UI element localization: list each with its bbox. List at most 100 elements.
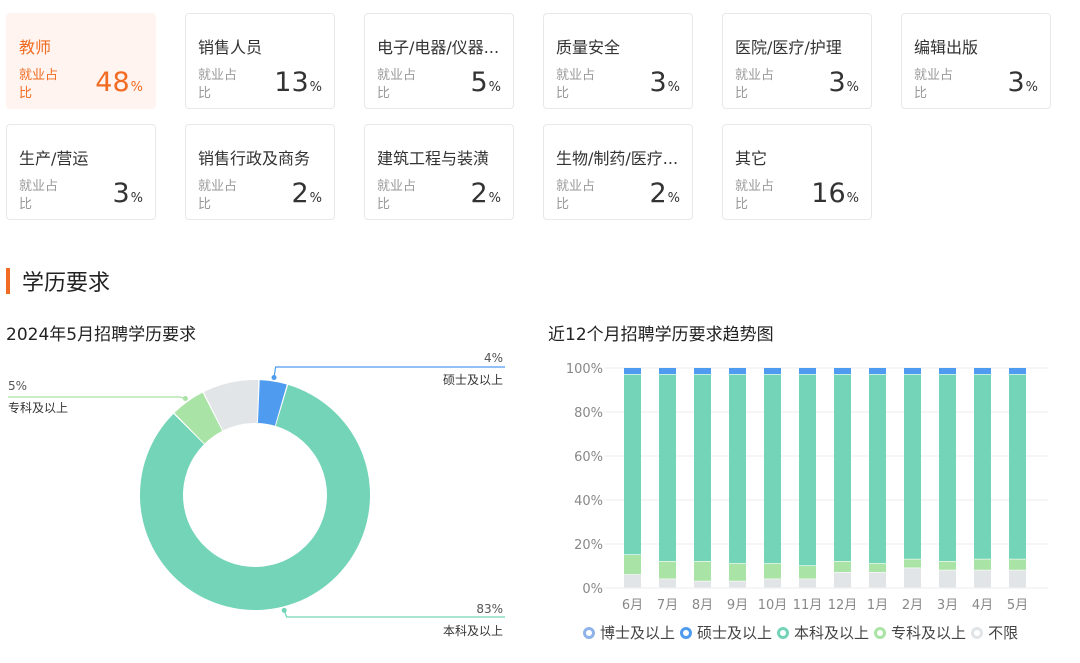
bar-segment[interactable] xyxy=(904,374,921,559)
slice-name-label: 本科及以上 xyxy=(443,624,503,638)
industry-share-value: 3% xyxy=(1007,68,1038,103)
industry-share-label: 就业占比 xyxy=(377,68,417,101)
bar-segment[interactable] xyxy=(1009,368,1026,374)
bar-segment[interactable] xyxy=(834,374,851,561)
share-unit: % xyxy=(309,80,322,95)
bar-segment[interactable] xyxy=(729,374,746,564)
share-number: 5 xyxy=(470,67,488,98)
bar-segment[interactable] xyxy=(904,559,921,568)
y-tick-label: 100% xyxy=(566,362,603,377)
share-unit: % xyxy=(309,191,322,206)
industry-card[interactable]: 质量安全 就业占比 3% xyxy=(543,13,693,109)
industry-share-value: 3% xyxy=(112,179,143,214)
legend-item[interactable]: 本科及以上 xyxy=(777,622,869,643)
industry-share-value: 2% xyxy=(291,179,322,214)
bar-segment[interactable] xyxy=(729,563,746,581)
bar-segment[interactable] xyxy=(694,561,711,581)
slice-value-label: 4% xyxy=(484,351,503,365)
legend-circle-icon xyxy=(777,626,790,639)
industry-share-label: 就业占比 xyxy=(914,68,954,101)
industry-card[interactable]: 销售行政及商务 就业占比 2% xyxy=(185,124,335,220)
section-title: 学历要求 xyxy=(22,271,111,296)
industry-card[interactable]: 电子/电器/仪器... 就业占比 5% xyxy=(364,13,514,109)
bar-segment[interactable] xyxy=(869,563,886,572)
bar-segment[interactable] xyxy=(939,561,956,570)
industry-share-label: 就业占比 xyxy=(198,179,238,212)
legend-circle-icon xyxy=(971,626,984,639)
x-tick-label: 12月 xyxy=(828,598,858,613)
bar-segment[interactable] xyxy=(624,374,641,555)
bar-segment[interactable] xyxy=(869,368,886,374)
bar-segment[interactable] xyxy=(659,561,676,579)
bar-segment[interactable] xyxy=(624,555,641,575)
industry-card[interactable]: 销售人员 就业占比 13% xyxy=(185,13,335,109)
slice-value-label: 83% xyxy=(476,602,503,616)
bar-segment[interactable] xyxy=(694,581,711,588)
bar-segment[interactable] xyxy=(904,368,921,374)
industry-card[interactable]: 生产/营运 就业占比 3% xyxy=(6,124,156,220)
bar-segment[interactable] xyxy=(974,559,991,570)
bar-segment[interactable] xyxy=(1009,570,1026,588)
bar-segment[interactable] xyxy=(834,368,851,374)
legend-item[interactable]: 硕士及以上 xyxy=(680,622,772,643)
bar-segment[interactable] xyxy=(694,368,711,374)
legend-circle-icon xyxy=(583,626,595,639)
x-tick-label: 3月 xyxy=(937,598,958,613)
bar-segment[interactable] xyxy=(694,374,711,561)
bar-segment[interactable] xyxy=(939,570,956,588)
bar-segment[interactable] xyxy=(1009,559,1026,570)
x-tick-label: 11月 xyxy=(793,598,823,613)
bar-segment[interactable] xyxy=(659,374,676,561)
donut-chart-title: 2024年5月招聘学历要求 xyxy=(6,325,197,345)
legend-item[interactable]: 博士及以上 xyxy=(583,622,675,643)
slice-value-label: 5% xyxy=(8,379,27,393)
legend-item[interactable]: 专科及以上 xyxy=(874,622,966,643)
share-unit: % xyxy=(846,191,859,206)
bar-segment[interactable] xyxy=(939,368,956,374)
y-tick-label: 20% xyxy=(574,538,603,553)
industry-card[interactable]: 生物/制药/医疗... 就业占比 2% xyxy=(543,124,693,220)
bar-segment[interactable] xyxy=(764,374,781,564)
bar-segment[interactable] xyxy=(974,374,991,559)
bar-segment[interactable] xyxy=(799,368,816,374)
bar-segment[interactable] xyxy=(659,579,676,588)
bar-segment[interactable] xyxy=(799,566,816,579)
share-unit: % xyxy=(1025,80,1038,95)
share-number: 3 xyxy=(828,67,846,98)
bar-segment[interactable] xyxy=(659,368,676,374)
industry-card[interactable]: 编辑出版 就业占比 3% xyxy=(901,13,1051,109)
industry-card[interactable]: 教师 就业占比 48% xyxy=(6,13,156,109)
industry-share-label: 就业占比 xyxy=(556,68,596,101)
bar-segment[interactable] xyxy=(974,368,991,374)
share-unit: % xyxy=(667,191,680,206)
industry-share-label: 就业占比 xyxy=(377,179,417,212)
bar-segment[interactable] xyxy=(869,374,886,564)
share-number: 3 xyxy=(1007,67,1025,98)
industry-share-label: 就业占比 xyxy=(735,68,775,101)
bar-segment[interactable] xyxy=(799,374,816,566)
bar-segment[interactable] xyxy=(939,374,956,561)
bar-segment[interactable] xyxy=(974,570,991,588)
industry-card[interactable]: 建筑工程与装潢 就业占比 2% xyxy=(364,124,514,220)
legend-item[interactable]: 不限 xyxy=(971,622,1018,643)
industry-card[interactable]: 其它 就业占比 16% xyxy=(722,124,872,220)
y-tick-label: 80% xyxy=(574,406,603,421)
bar-segment[interactable] xyxy=(834,572,851,588)
bar-segment[interactable] xyxy=(1009,374,1026,559)
share-number: 48 xyxy=(95,67,130,98)
bar-segment[interactable] xyxy=(729,581,746,588)
bar-segment[interactable] xyxy=(764,563,781,579)
bar-segment[interactable] xyxy=(834,561,851,572)
bar-segment[interactable] xyxy=(904,568,921,588)
bar-segment[interactable] xyxy=(624,574,641,588)
bar-segment[interactable] xyxy=(869,572,886,588)
bar-segment[interactable] xyxy=(799,579,816,588)
share-number: 2 xyxy=(291,178,309,209)
legend-circle-icon xyxy=(680,626,693,639)
bar-segment[interactable] xyxy=(764,368,781,374)
bar-segment[interactable] xyxy=(624,368,641,374)
bar-segment[interactable] xyxy=(764,579,781,588)
bar-segment[interactable] xyxy=(729,368,746,374)
industry-share-label: 就业占比 xyxy=(556,179,596,212)
industry-card[interactable]: 医院/医疗/护理 就业占比 3% xyxy=(722,13,872,109)
